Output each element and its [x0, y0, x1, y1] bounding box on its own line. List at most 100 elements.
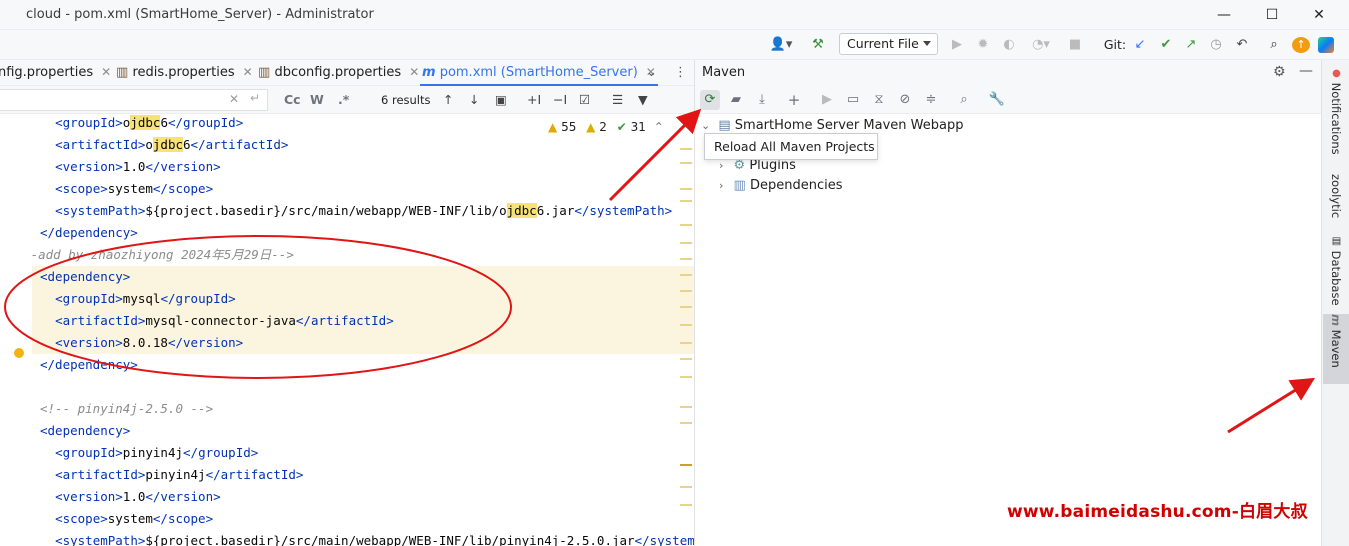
analyze-dependencies-icon[interactable]: ⌕ [954, 90, 974, 110]
xml-tag: <dependency> [40, 269, 131, 284]
search-input[interactable]: ✕ ↵ [0, 89, 268, 111]
git-update-icon[interactable]: ↙ [1131, 35, 1149, 55]
user-icon[interactable]: 👤▾ [768, 35, 794, 55]
remove-selection-icon[interactable]: −I [553, 92, 567, 108]
tab-redis-properties[interactable]: ▥ redis.properties ✕ [116, 60, 253, 86]
run-config-select[interactable]: Current File [839, 33, 938, 55]
profile-icon[interactable]: ◔▾ [1026, 35, 1056, 55]
code-line[interactable]: <dependency> [0, 266, 694, 288]
chevron-down-icon[interactable]: ⌄ [701, 119, 710, 132]
xml-text: 6.jar [536, 203, 575, 218]
code-line[interactable]: <artifactId>ojdbc6</artifactId> [0, 134, 694, 156]
chevron-right-icon[interactable]: › [719, 179, 723, 192]
search-icon[interactable]: ⌕ [1265, 35, 1283, 55]
maven-icon: m [1329, 314, 1343, 326]
xml-tag: </scope> [152, 511, 214, 526]
git-push-icon[interactable]: ↗ [1182, 35, 1200, 55]
code-line[interactable]: </dependency> [0, 354, 694, 376]
tabs-dropdown-icon[interactable]: ⌄ [646, 60, 657, 86]
code-line[interactable] [0, 376, 694, 398]
add-project-icon[interactable]: ▰ [726, 90, 746, 110]
next-occurrence-icon[interactable]: ↓ [469, 92, 479, 108]
code-line[interactable]: <dependency> [0, 420, 694, 442]
stop-icon[interactable]: ■ [1066, 35, 1084, 55]
tab-dbconfig-properties[interactable]: ▥ dbconfig.properties ✕ [258, 60, 419, 86]
xml-text: 6 [183, 137, 191, 152]
database-tab[interactable]: ▤ Database [1323, 236, 1349, 306]
zoolytic-tab[interactable]: zoolytic [1323, 174, 1349, 234]
skip-tests-icon[interactable]: ⊘ [895, 90, 915, 110]
close-icon[interactable]: ✕ [243, 65, 253, 79]
toggle-offline-icon[interactable]: ⧖ [869, 90, 889, 110]
jetbrains-logo-icon[interactable] [1318, 37, 1334, 53]
match-case-toggle[interactable]: Cc [284, 92, 301, 108]
hide-icon[interactable]: — [1299, 63, 1313, 79]
newline-icon[interactable]: ↵ [250, 91, 260, 105]
filter-icon[interactable]: ▼ [638, 92, 648, 108]
tab-pom-xml[interactable]: m pom.xml (SmartHome_Server) ✕ [420, 60, 658, 86]
code-line[interactable]: <version>1.0</version> [0, 156, 694, 178]
tree-item-dependencies[interactable]: › ▥ Dependencies [719, 176, 843, 196]
ok-count: 31 [630, 120, 646, 134]
build-hammer-icon[interactable]: ⚒ [808, 35, 828, 55]
debug-icon[interactable]: ✹ [974, 35, 992, 55]
download-icon[interactable]: ⤓ [752, 90, 772, 110]
git-commit-icon[interactable]: ✔ [1157, 35, 1175, 55]
clear-icon[interactable]: ✕ [229, 92, 239, 106]
rollback-icon[interactable]: ↶ [1233, 35, 1251, 55]
xml-tag: <version> [55, 335, 123, 350]
code-editor[interactable]: <groupId>ojdbc6</groupId> <artifactId>oj… [0, 114, 694, 546]
code-line[interactable]: <version>1.0</version> [0, 486, 694, 508]
tree-item-label: Dependencies [749, 178, 843, 193]
maven-tab[interactable]: m Maven [1323, 314, 1349, 384]
code-line[interactable]: <artifactId>mysql-connector-java</artifa… [0, 310, 694, 332]
gutter [0, 114, 32, 546]
zoolytic-label: zoolytic [1329, 174, 1343, 219]
xml-tag: <artifactId> [55, 467, 146, 482]
more-icon[interactable]: ⋮ [674, 60, 687, 86]
code-line[interactable]: <systemPath>${project.basedir}/src/main/… [0, 200, 694, 222]
lightbulb-icon[interactable] [14, 348, 24, 358]
chevron-right-icon[interactable]: › [719, 159, 723, 172]
add-selection-icon[interactable]: +I [527, 92, 541, 108]
gear-icon[interactable]: ⚙ [1273, 64, 1286, 80]
wrench-icon[interactable]: 🔧 [987, 90, 1007, 110]
run-maven-build-icon[interactable]: ▶ [817, 90, 837, 110]
code-line[interactable]: <scope>system</scope> [0, 178, 694, 200]
xml-text: o [145, 137, 153, 152]
code-line[interactable]: <systemPath>${project.basedir}/src/main/… [0, 530, 694, 546]
regex-toggle[interactable]: .* [338, 92, 349, 108]
code-line[interactable]: <scope>system</scope> [0, 508, 694, 530]
code-line[interactable]: <!--add by zhaozhiyong 2024年5月29日--> [0, 244, 694, 266]
words-toggle[interactable]: W [310, 92, 324, 108]
code-line[interactable]: </dependency> [0, 222, 694, 244]
code-line[interactable]: <artifactId>pinyin4j</artifactId> [0, 464, 694, 486]
git-history-icon[interactable]: ◷ [1207, 35, 1225, 55]
close-button[interactable]: ✕ [1303, 4, 1335, 26]
error-stripe[interactable] [678, 114, 694, 546]
minimize-button[interactable]: — [1208, 4, 1240, 26]
code-line[interactable]: <groupId>pinyin4j</groupId> [0, 442, 694, 464]
notifications-tab[interactable]: ● Notifications [1323, 68, 1349, 168]
filter-options-icon[interactable]: ☰ [612, 92, 623, 108]
add-icon[interactable]: + [784, 90, 804, 110]
code-line[interactable]: <version>8.0.18</version> [0, 332, 694, 354]
update-icon[interactable]: ↑ [1292, 37, 1310, 53]
collapse-all-icon[interactable]: ≑ [921, 90, 941, 110]
inspection-widget[interactable]: ▲ 55 ▲ 2 ✔ 31 ⌃ [548, 120, 664, 134]
previous-occurrence-icon[interactable]: ↑ [443, 92, 453, 108]
close-icon[interactable]: ✕ [101, 65, 111, 79]
select-all-occurrences-icon[interactable]: ☑ [579, 92, 590, 108]
close-icon[interactable]: ✕ [409, 65, 419, 79]
code-line[interactable]: <!-- pinyin4j-2.5.0 --> [0, 398, 694, 420]
coverage-icon[interactable]: ◐ [1000, 35, 1018, 55]
maximize-button[interactable]: ☐ [1256, 4, 1288, 26]
select-all-icon[interactable]: ▣ [495, 92, 507, 108]
execute-goal-icon[interactable]: ▭ [843, 90, 863, 110]
chevron-up-icon[interactable]: ⌃ [654, 120, 664, 134]
code-line[interactable]: <groupId>mysql</groupId> [0, 288, 694, 310]
run-icon[interactable]: ▶ [948, 35, 966, 55]
tab-config-properties[interactable]: nfig.properties ✕ [0, 60, 111, 86]
reload-all-icon[interactable]: ⟳ [700, 90, 720, 110]
xml-tag: <scope> [55, 181, 108, 196]
